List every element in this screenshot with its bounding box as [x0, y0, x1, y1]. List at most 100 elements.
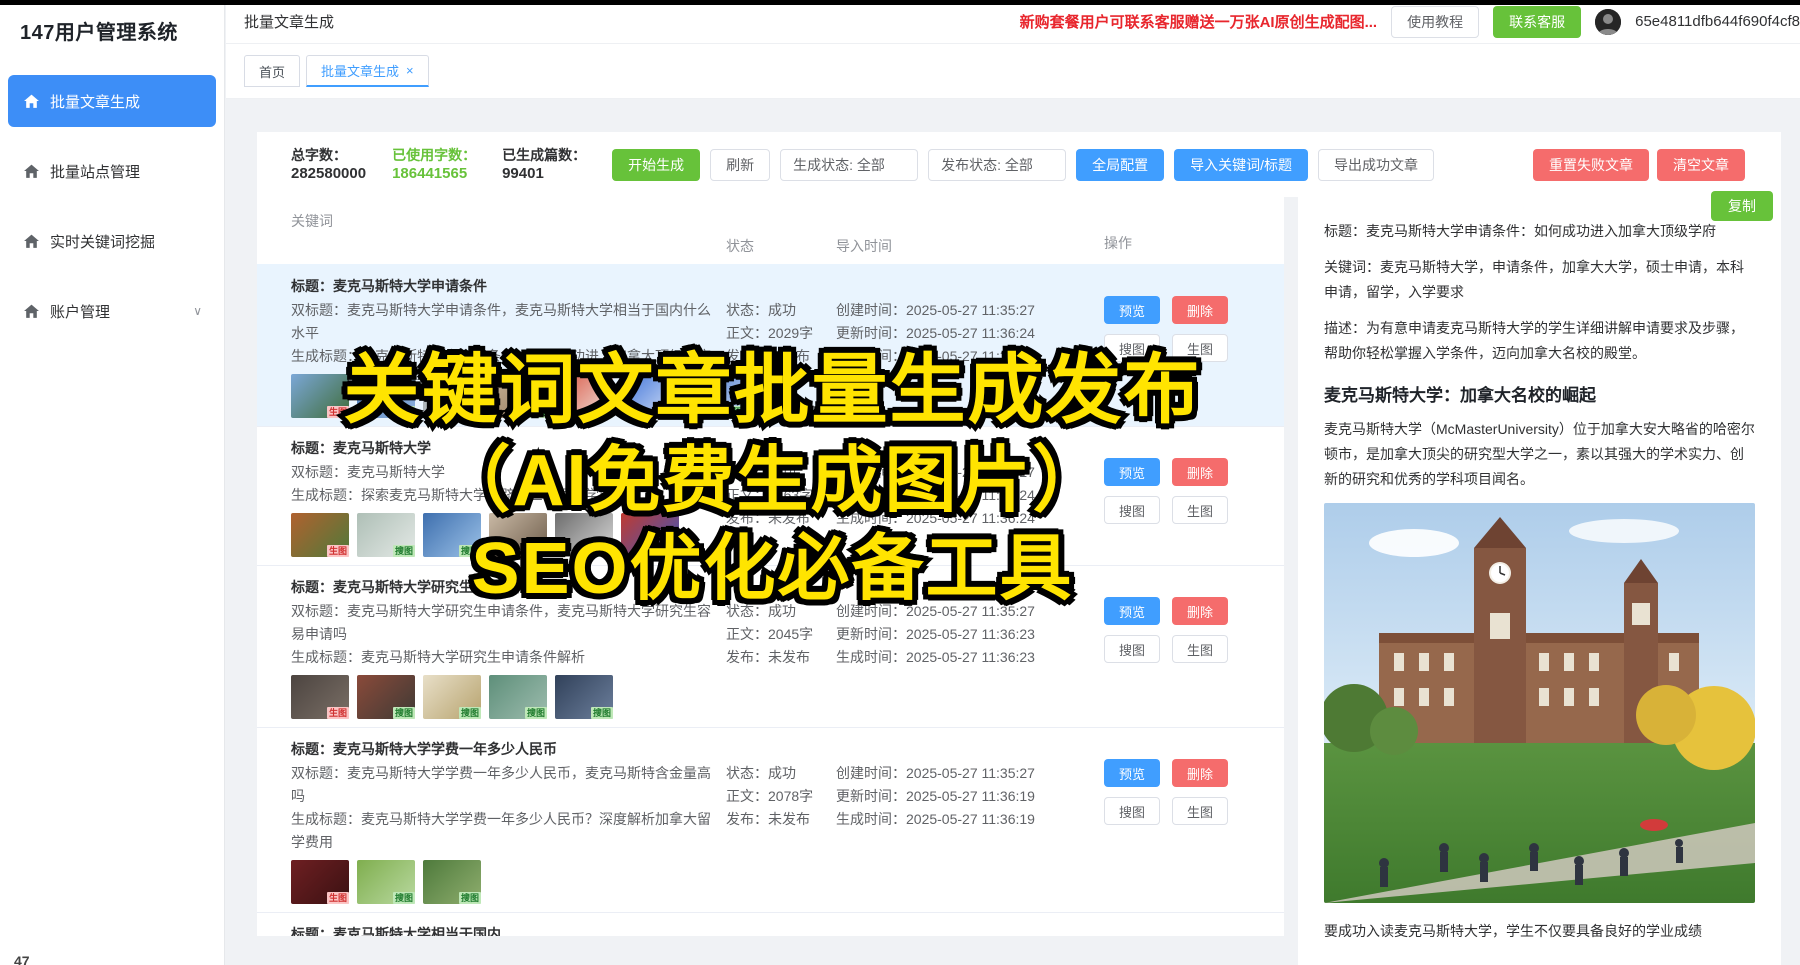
article-thumbnail[interactable]: 生图	[291, 374, 349, 418]
row-publish-state: 发布：未发布	[726, 646, 836, 669]
preview-button[interactable]: 预览	[1104, 597, 1160, 625]
stat-generated-count: 已生成篇数： 99401	[502, 146, 586, 184]
article-title: 标题：麦克马斯特大学研究生申请条件	[291, 575, 712, 600]
searched-image-badge: 搜图	[525, 406, 547, 418]
delete-button[interactable]: 删除	[1172, 597, 1228, 625]
article-thumbnail[interactable]: 搜图	[357, 513, 415, 557]
preview-button[interactable]: 预览	[1104, 296, 1160, 324]
search-image-button[interactable]: 搜图	[1104, 635, 1160, 663]
article-double-title: 双标题：麦克马斯特大学	[291, 461, 712, 484]
searched-image-badge: 搜图	[459, 707, 481, 719]
preview-button[interactable]: 预览	[1104, 759, 1160, 787]
tab-label: 批量文章生成	[321, 61, 399, 80]
article-thumbnail[interactable]: 搜图	[357, 374, 415, 418]
keyword-cell: 标题：麦克马斯特大学 双标题：麦克马斯特大学 生成标题：探索麦克马斯特大学：跻身…	[291, 436, 726, 557]
row-created-time: 创建时间：2025-05-27 11:35:27	[836, 299, 1104, 322]
article-thumbnail[interactable]: 搜图	[621, 374, 679, 418]
row-generated-time: 生成时间：2025-05-27 11:36:24	[836, 345, 1104, 368]
searched-image-badge: 搜图	[591, 707, 613, 719]
generate-image-button[interactable]: 生图	[1172, 334, 1228, 362]
article-thumbnail[interactable]: 搜图	[423, 675, 481, 719]
stat-label: 已使用字数：	[392, 146, 476, 164]
row-word-count: 正文：2029字	[726, 322, 836, 345]
row-updated-time: 更新时间：2025-05-27 11:36:24	[836, 484, 1104, 507]
refresh-button[interactable]: 刷新	[710, 149, 770, 181]
article-thumbnail[interactable]: 搜图	[555, 513, 613, 557]
user-id[interactable]: 65e4811dfb644f690f4cf8	[1635, 13, 1800, 30]
preview-button[interactable]: 预览	[1104, 458, 1160, 486]
reset-failed-button[interactable]: 重置失败文章	[1533, 149, 1649, 181]
article-thumbnail[interactable]: 搜图	[621, 513, 679, 557]
avatar[interactable]	[1595, 9, 1621, 35]
table-row[interactable]: 标题：麦克马斯特大学申请条件 双标题：麦克马斯特大学申请条件，麦克马斯特大学相当…	[257, 264, 1284, 426]
global-config-button[interactable]: 全局配置	[1076, 149, 1164, 181]
contact-support-button[interactable]: 联系客服	[1493, 6, 1581, 38]
article-thumbnail[interactable]: 搜图	[423, 374, 481, 418]
row-status: 状态：成功	[726, 299, 836, 322]
tab-home[interactable]: 首页	[244, 55, 300, 87]
tab-bar: 首页 批量文章生成 ×	[226, 44, 1800, 99]
tutorial-button[interactable]: 使用教程	[1391, 6, 1479, 38]
article-thumbnail[interactable]: 搜图	[555, 374, 613, 418]
import-keywords-button[interactable]: 导入关键词/标题	[1174, 149, 1308, 181]
search-image-button[interactable]: 搜图	[1104, 496, 1160, 524]
article-thumbnail[interactable]: 生图	[291, 675, 349, 719]
row-word-count: 正文：2078字	[726, 785, 836, 808]
keyword-cell: 标题：麦克马斯特大学相当于国内 双标题：麦克马斯特大学相当于国内，麦克马斯特大学…	[291, 922, 726, 936]
start-generate-button[interactable]: 开始生成	[612, 149, 700, 181]
article-thumbnail[interactable]: 搜图	[555, 675, 613, 719]
sidebar-item-keyword-mining[interactable]: 实时关键词挖掘	[8, 215, 216, 267]
app-root: 147用户管理系统 批量文章生成 批量站点管理 实时关键词挖掘	[0, 0, 1800, 965]
article-thumbnail[interactable]: 搜图	[489, 513, 547, 557]
generate-image-button[interactable]: 生图	[1172, 496, 1228, 524]
article-generated-title: 生成标题：探索麦克马斯特大学：跻身世界顶级学府	[291, 484, 712, 507]
generate-status-select[interactable]: 生成状态: 全部	[780, 149, 918, 181]
sidebar-item-batch-article[interactable]: 批量文章生成	[8, 75, 216, 127]
generate-image-button[interactable]: 生图	[1172, 635, 1228, 663]
article-thumbnail[interactable]: 搜图	[489, 675, 547, 719]
article-thumbnail[interactable]: 搜图	[357, 675, 415, 719]
delete-button[interactable]: 删除	[1172, 296, 1228, 324]
article-thumbnail[interactable]: 搜图	[489, 374, 547, 418]
keyword-cell: 标题：麦克马斯特大学学费一年多少人民币 双标题：麦克马斯特大学学费一年多少人民币…	[291, 737, 726, 904]
table-row[interactable]: 标题：麦克马斯特大学研究生申请条件 双标题：麦克马斯特大学研究生申请条件，麦克马…	[257, 565, 1284, 727]
search-image-button[interactable]: 搜图	[1104, 334, 1160, 362]
clear-articles-button[interactable]: 清空文章	[1657, 149, 1745, 181]
export-articles-button[interactable]: 导出成功文章	[1318, 149, 1434, 181]
table-header-row: 关键词 状态 导入时间 操作	[257, 197, 1284, 264]
column-header-import-time: 导入时间	[836, 211, 1104, 256]
keyword-cell: 标题：麦克马斯特大学研究生申请条件 双标题：麦克马斯特大学研究生申请条件，麦克马…	[291, 575, 726, 719]
thumbnail-strip: 生图搜图搜图	[291, 860, 712, 904]
close-icon[interactable]: ×	[406, 63, 414, 78]
column-header-status: 状态	[726, 211, 836, 256]
article-thumbnail[interactable]: 生图	[291, 860, 349, 904]
searched-image-badge: 搜图	[393, 707, 415, 719]
search-image-button[interactable]: 搜图	[1104, 797, 1160, 825]
operations-cell: 预览 删除 搜图 生图	[1104, 436, 1250, 557]
row-generated-time: 生成时间：2025-05-27 11:36:24	[836, 507, 1104, 530]
tab-batch-article[interactable]: 批量文章生成 ×	[306, 55, 429, 87]
table-row[interactable]: 标题：麦克马斯特大学学费一年多少人民币 双标题：麦克马斯特大学学费一年多少人民币…	[257, 727, 1284, 912]
row-updated-time: 更新时间：2025-05-27 11:36:24	[836, 322, 1104, 345]
status-cell: 状态：成功 正文：2045字 发布：未发布	[726, 575, 836, 719]
delete-button[interactable]: 删除	[1172, 458, 1228, 486]
article-thumbnail[interactable]: 生图	[291, 513, 349, 557]
delete-button[interactable]: 删除	[1172, 759, 1228, 787]
copy-button[interactable]: 复制	[1711, 191, 1773, 221]
time-cell: 创建时间：2025-05-27 11:35:27 更新时间：2025-05-27…	[836, 436, 1104, 557]
home-icon	[23, 303, 40, 320]
article-thumbnail[interactable]: 搜图	[687, 374, 745, 418]
article-thumbnail[interactable]: 搜图	[357, 860, 415, 904]
article-title: 标题：麦克马斯特大学申请条件	[291, 274, 712, 299]
sidebar-item-batch-site[interactable]: 批量站点管理	[8, 145, 216, 197]
row-created-time: 创建时间：2025-05-27 11:35:27	[836, 762, 1104, 785]
table-row[interactable]: 标题：麦克马斯特大学 双标题：麦克马斯特大学 生成标题：探索麦克马斯特大学：跻身…	[257, 426, 1284, 565]
table-row[interactable]: 标题：麦克马斯特大学相当于国内 双标题：麦克马斯特大学相当于国内，麦克马斯特大学…	[257, 912, 1284, 936]
publish-status-select[interactable]: 发布状态: 全部	[928, 149, 1066, 181]
generate-image-button[interactable]: 生图	[1172, 797, 1228, 825]
sidebar-item-account[interactable]: 账户管理 ∨	[8, 285, 216, 337]
row-status: 状态：成功	[726, 461, 836, 484]
article-thumbnail[interactable]: 搜图	[423, 860, 481, 904]
article-thumbnail[interactable]: 搜图	[423, 513, 481, 557]
promo-notice[interactable]: 新购套餐用户可联系客服赠送一万张AI原创生成配图...	[1020, 11, 1378, 32]
